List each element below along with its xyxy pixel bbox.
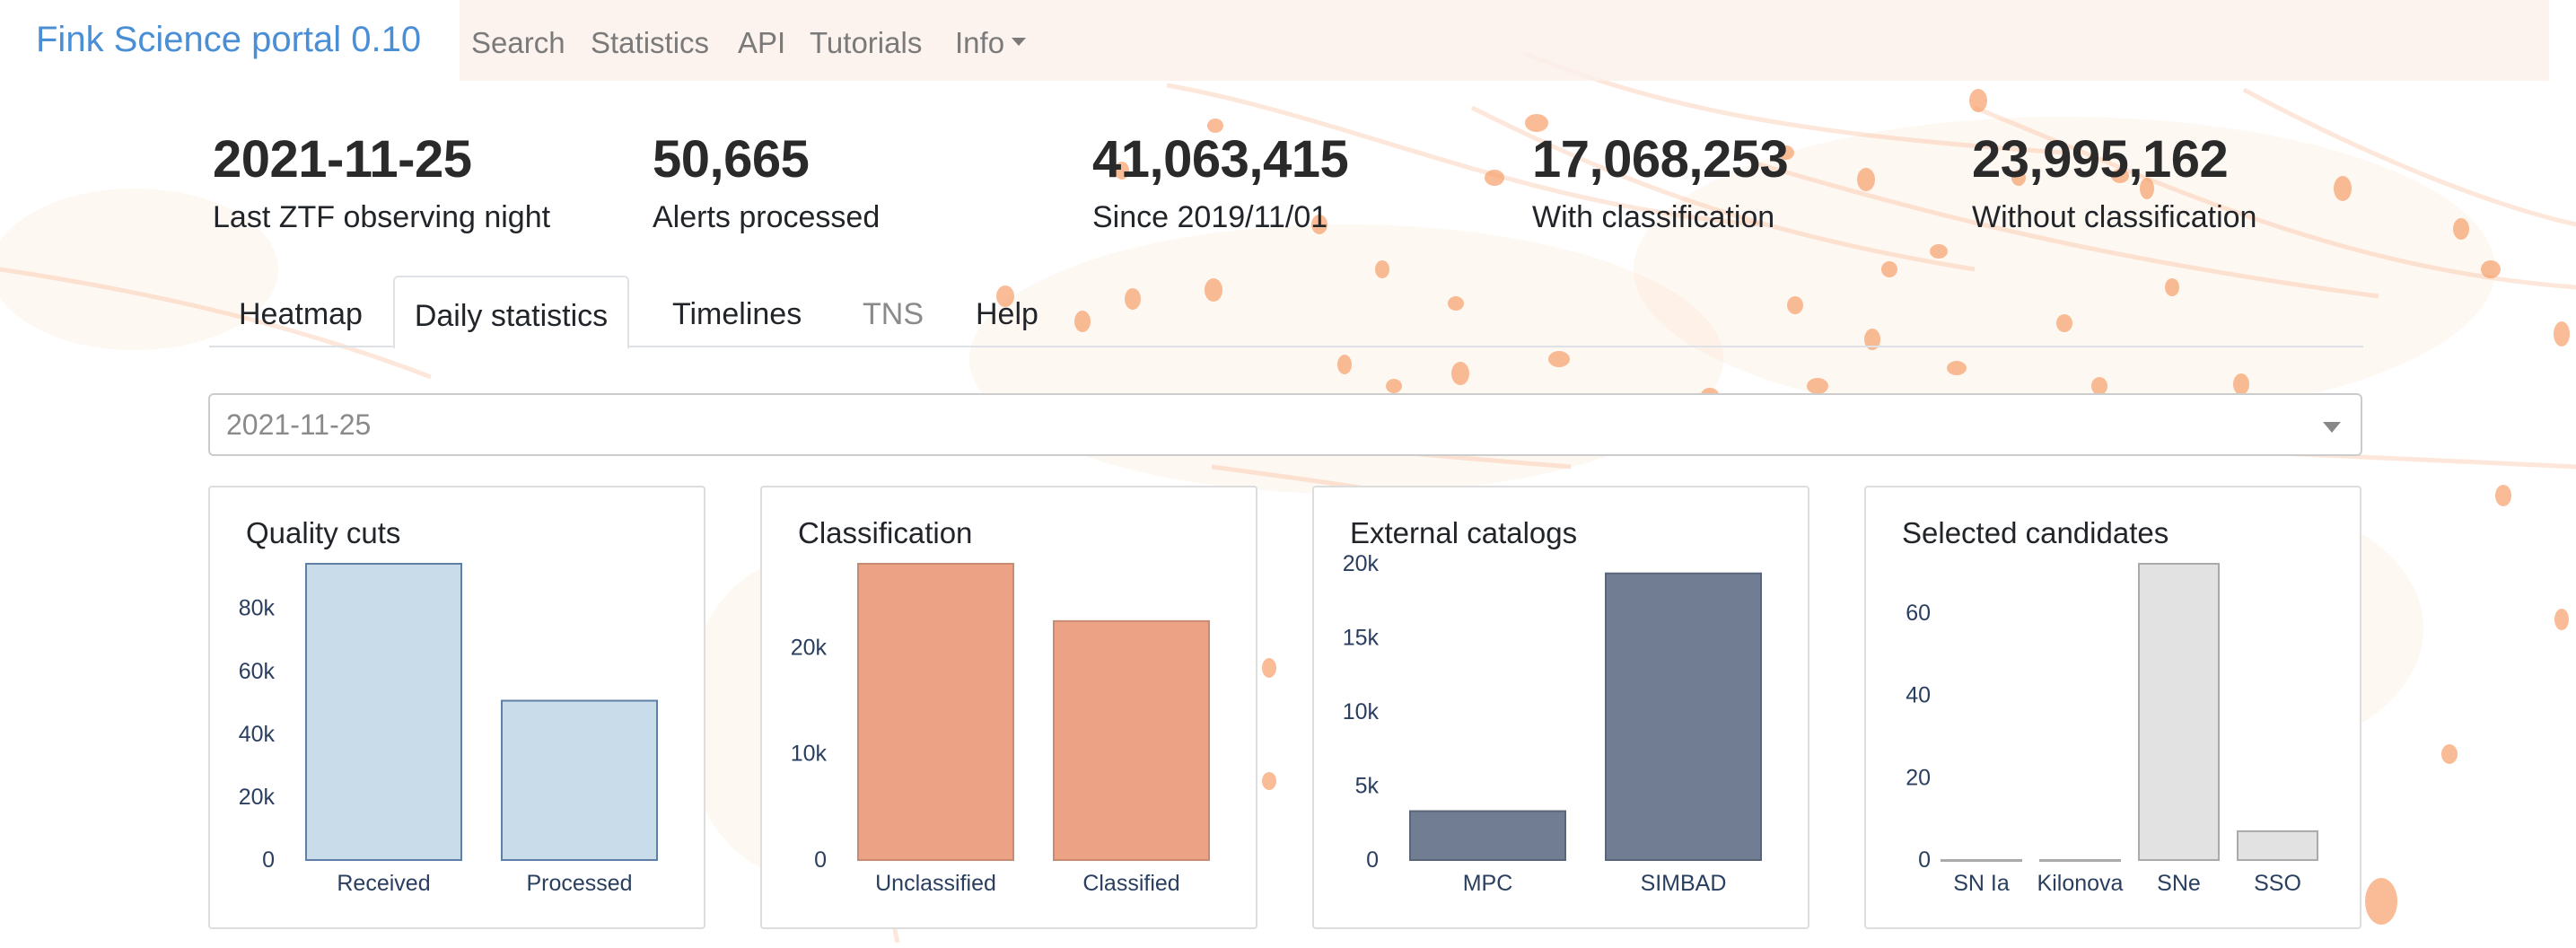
y-tick-label: 15k	[1343, 626, 1380, 651]
tab-tns[interactable]: TNS	[863, 276, 924, 347]
chart-selected-candidates: 0 20 40 60 SN Ia Kilonova SNe SSO	[1906, 563, 2318, 896]
date-select[interactable]: 2021-11-25	[208, 393, 2362, 456]
y-tick-label: 0	[262, 847, 275, 873]
stat-value: 2021-11-25	[213, 130, 472, 189]
bar[interactable]	[501, 699, 658, 861]
stat-with-classification: 17,068,253 With classification	[1532, 129, 1789, 235]
stat-last-night: 2021-11-25 Last ZTF observing night	[213, 129, 550, 235]
tab-bar: Heatmap Daily statistics Timelines TNS H…	[209, 276, 2363, 349]
chart-classification: 0 10k 20k Unclassified Classified	[791, 563, 1210, 896]
tab-daily-statistics[interactable]: Daily statistics	[393, 276, 629, 349]
y-tick-label: 20	[1906, 765, 1931, 790]
bar[interactable]	[2039, 859, 2121, 862]
splash-dot	[1262, 772, 1276, 790]
stat-value: 17,068,253	[1532, 130, 1789, 189]
splash-dot	[2495, 485, 2511, 506]
splash-dot	[2365, 878, 2397, 925]
bar[interactable]	[1053, 619, 1210, 861]
y-tick-label: 20k	[791, 635, 828, 660]
y-tick-label: 40k	[239, 722, 276, 747]
bar[interactable]	[2138, 563, 2220, 861]
tab-help[interactable]: Help	[976, 276, 1038, 347]
x-tick-label: Received	[337, 871, 430, 896]
stat-value: 23,995,162	[1972, 130, 2229, 189]
y-tick-label: 40	[1906, 683, 1931, 708]
stat-alerts-processed: 50,665 Alerts processed	[653, 129, 880, 235]
x-tick-label: Unclassified	[875, 871, 996, 896]
brand-link[interactable]: Fink Science portal 0.10	[36, 20, 421, 60]
y-tick-label: 0	[1918, 847, 1931, 873]
tab-heatmap[interactable]: Heatmap	[239, 276, 363, 347]
card-selected-candidates: Selected candidates 0 20 40 60 SN Ia Kilonova…	[1864, 486, 2361, 929]
stat-without-classification: 23,995,162 Without classification	[1972, 129, 2256, 235]
y-tick-label: 0	[1366, 847, 1379, 873]
y-tick-label: 60k	[239, 659, 276, 684]
nav-info-label: Info	[955, 26, 1005, 59]
stat-label: With classification	[1532, 200, 1775, 234]
x-tick-label: SN Ia	[1953, 871, 2010, 896]
stat-label: Alerts processed	[653, 200, 881, 234]
x-tick-label: SIMBAD	[1641, 871, 1727, 896]
splash-dot	[2441, 744, 2458, 764]
bar[interactable]	[2237, 830, 2318, 861]
nav-info-dropdown[interactable]: Info	[955, 26, 1027, 60]
y-tick-label: 5k	[1355, 774, 1380, 799]
nav-statistics[interactable]: Statistics	[591, 26, 709, 60]
bar[interactable]	[1941, 859, 2022, 862]
y-tick-label: 80k	[239, 596, 276, 621]
stat-label: Without classification	[1972, 200, 2257, 234]
nav-api[interactable]: API	[738, 26, 785, 60]
bar[interactable]	[857, 563, 1014, 861]
y-tick-label: 20k	[1343, 551, 1380, 576]
x-tick-label: Processed	[526, 871, 632, 896]
date-select-value: 2021-11-25	[226, 408, 372, 441]
bar[interactable]	[305, 563, 462, 861]
y-tick-label: 60	[1906, 601, 1931, 626]
tab-timelines[interactable]: Timelines	[672, 276, 802, 347]
y-tick-label: 20k	[239, 785, 276, 810]
bar[interactable]	[1409, 810, 1566, 861]
y-tick-label: 10k	[791, 742, 828, 767]
x-tick-label: MPC	[1463, 871, 1513, 896]
x-tick-label: SNe	[2157, 871, 2201, 896]
splash-dot	[2554, 321, 2570, 347]
splash-dot	[2554, 609, 2569, 630]
x-tick-label: SSO	[2254, 871, 2301, 896]
nav-search[interactable]: Search	[471, 26, 565, 60]
stat-since: 41,063,415 Since 2019/11/01	[1092, 129, 1349, 235]
chevron-down-icon[interactable]	[2323, 422, 2341, 433]
card-classification: Classification 0 10k 20k Unclassified Classi…	[760, 486, 1257, 929]
stat-value: 50,665	[653, 130, 810, 189]
caret-down-icon	[1012, 37, 1027, 46]
splash-dot	[1262, 658, 1276, 678]
navbar: Fink Science portal 0.10 Search Statisti…	[0, 0, 2576, 90]
chart-external-catalogs: 0 5k 10k 15k 20k MPC SIMBAD	[1343, 551, 1762, 896]
card-external-catalogs: External catalogs 0 5k 10k 15k 20k MPC SIMBAD	[1312, 486, 1809, 929]
y-tick-label: 10k	[1343, 699, 1380, 724]
x-tick-label: Classified	[1082, 871, 1179, 896]
stat-value: 41,063,415	[1092, 130, 1349, 189]
chart-quality-cuts: 0 20k 40k 60k 80k Received Processed	[239, 563, 658, 896]
y-tick-label: 0	[814, 847, 827, 873]
card-quality-cuts: Quality cuts 0 20k 40k 60k 80k Received Proces…	[208, 486, 705, 929]
stat-label: Last ZTF observing night	[213, 200, 551, 234]
stat-label: Since 2019/11/01	[1092, 200, 1328, 234]
bar[interactable]	[1605, 572, 1762, 861]
nav-tutorials[interactable]: Tutorials	[810, 26, 922, 60]
x-tick-label: Kilonova	[2037, 871, 2124, 896]
